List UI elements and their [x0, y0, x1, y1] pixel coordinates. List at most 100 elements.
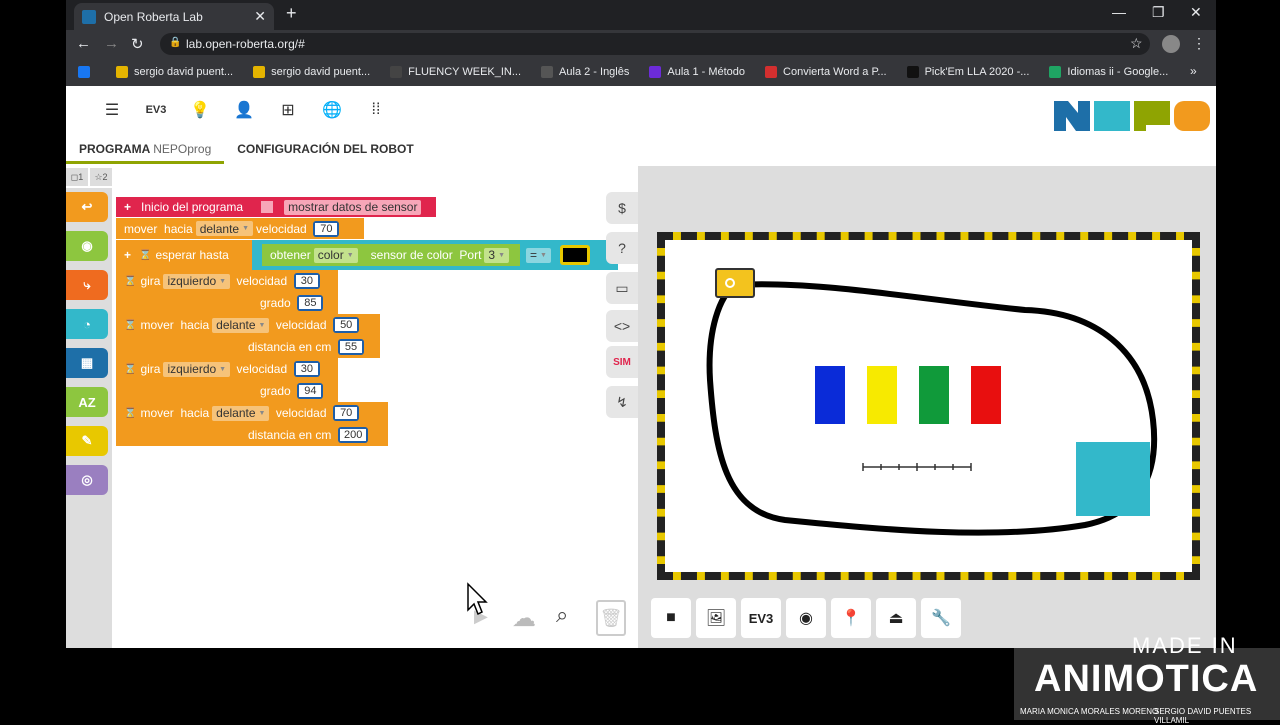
- mode-dropdown[interactable]: color ▼: [313, 247, 358, 263]
- robot-ev3-icon[interactable]: EV3: [134, 98, 178, 122]
- move-block-3[interactable]: ⌛ mover hacia delante ▼ velocidad 70 dist…: [116, 402, 388, 446]
- more-bookmarks-icon[interactable]: »: [1190, 64, 1197, 78]
- background-image-button[interactable]: 🖼: [696, 598, 736, 638]
- sim-button[interactable]: SIM: [606, 346, 638, 378]
- profile-avatar[interactable]: [1162, 35, 1180, 53]
- move-block-1[interactable]: mover hacia delante ▼ velocidad 70: [116, 218, 364, 239]
- help-icon[interactable]: ?: [606, 232, 638, 264]
- logic-category-icon[interactable]: ◔: [66, 309, 108, 339]
- turn-direction-value: izquierdo: [167, 362, 217, 376]
- wait-until-block[interactable]: + ⌛ esperar hasta: [116, 240, 252, 270]
- cloud-upload-icon[interactable]: ☁: [512, 604, 536, 633]
- forward-button[interactable]: →: [104, 35, 119, 52]
- bookmark-item[interactable]: sergio david puent...: [116, 66, 233, 78]
- close-window-button[interactable]: ✕: [1190, 4, 1202, 21]
- direction-dropdown[interactable]: delante ▼: [195, 221, 254, 236]
- code-sync-icon[interactable]: $: [606, 192, 638, 224]
- new-tab-button[interactable]: +: [286, 3, 297, 24]
- speed-input[interactable]: 30: [293, 361, 320, 377]
- color-value-block[interactable]: [559, 245, 590, 265]
- bookmark-item[interactable]: FLUENCY WEEK_IN...: [390, 66, 521, 78]
- browser-menu-icon[interactable]: ⋮: [1192, 35, 1206, 52]
- marker-button[interactable]: 📍: [831, 598, 871, 638]
- operator-dropdown[interactable]: = ▼: [526, 247, 551, 263]
- info-icon[interactable]: ▭: [606, 272, 638, 304]
- start-plus-icon[interactable]: +: [124, 200, 131, 214]
- wait-plus-icon[interactable]: +: [124, 248, 131, 262]
- robot-view-button[interactable]: EV3: [741, 598, 781, 638]
- degree-input[interactable]: 85: [297, 295, 324, 311]
- bookmark-star-icon[interactable]: ☆: [1130, 35, 1143, 52]
- control-category-icon[interactable]: ⤷: [66, 270, 108, 300]
- move-block-2[interactable]: ⌛ mover hacia delante ▼ velocidad 50 dist…: [116, 314, 380, 358]
- maximize-button[interactable]: ❐: [1152, 4, 1165, 21]
- trash-icon[interactable]: 🗑: [596, 600, 626, 636]
- program-list-icon[interactable]: ☰: [90, 98, 134, 122]
- tab-program[interactable]: PROGRAMA NEPOprog: [66, 136, 225, 164]
- math-category-icon[interactable]: ▦: [66, 348, 108, 378]
- speed-input[interactable]: 70: [313, 220, 340, 237]
- turn-direction-dropdown[interactable]: izquierdo ▼: [163, 361, 231, 377]
- action-category-icon[interactable]: ↩: [66, 192, 108, 222]
- apps-grid-icon[interactable]: ⁞⁞: [354, 98, 398, 122]
- get-sensor-block[interactable]: obtener color ▼ sensor de color Port 3 ▼: [262, 244, 521, 266]
- bookmark-item[interactable]: Idiomas ii - Google...: [1049, 66, 1168, 78]
- program-name: NEPOprog: [153, 142, 212, 156]
- lightbulb-icon[interactable]: 💡: [178, 98, 222, 122]
- color-target-block[interactable]: [971, 366, 1001, 424]
- browser-tab[interactable]: Open Roberta Lab ✕: [74, 3, 274, 30]
- direction-dropdown[interactable]: delante ▼: [212, 405, 270, 421]
- distance-input[interactable]: 200: [338, 427, 369, 443]
- sim-debug-icon[interactable]: ↯: [606, 386, 638, 418]
- color-category-icon[interactable]: ✎: [66, 426, 108, 456]
- speed-input[interactable]: 70: [333, 405, 360, 421]
- bookmark-item[interactable]: [78, 66, 96, 78]
- color-target-block[interactable]: [867, 366, 897, 424]
- direction-dropdown[interactable]: delante ▼: [212, 317, 270, 333]
- reload-button[interactable]: ↻: [131, 35, 144, 53]
- stop-sim-button[interactable]: ■: [651, 598, 691, 638]
- dropdown-arrow-icon: ▼: [219, 277, 227, 285]
- color-target-block[interactable]: [919, 366, 949, 424]
- bookmark-item[interactable]: sergio david puent...: [253, 66, 370, 78]
- bookmark-item[interactable]: Convierta Word a P...: [765, 66, 887, 78]
- tab-close-icon[interactable]: ✕: [254, 8, 266, 25]
- level-2-tab[interactable]: ☆2: [90, 168, 112, 186]
- import-button[interactable]: ⏏: [876, 598, 916, 638]
- bookmark-item[interactable]: Pick'Em LLA 2020 -...: [906, 66, 1029, 78]
- speed-input[interactable]: 30: [293, 273, 320, 289]
- minimize-button[interactable]: —: [1112, 4, 1126, 20]
- turn-block-1[interactable]: ⌛ gira izquierdo ▼ velocidad 30 grado 85: [116, 270, 338, 314]
- participant-name-left: MARIA MONICA MORALES MORENO: [1020, 707, 1159, 716]
- distance-input[interactable]: 55: [338, 339, 365, 355]
- sensor-category-icon[interactable]: ◉: [66, 231, 108, 261]
- port-dropdown[interactable]: 3 ▼: [484, 247, 510, 263]
- turn-block-2[interactable]: ⌛ gira izquierdo ▼ velocidad 30 grado 94: [116, 358, 338, 402]
- bookmark-label: Convierta Word a P...: [783, 66, 887, 78]
- cyan-square[interactable]: [1076, 442, 1150, 516]
- compare-block[interactable]: obtener color ▼ sensor de color Port 3 ▼ =…: [252, 240, 618, 270]
- bookmark-item[interactable]: Aula 1 - Método: [649, 66, 745, 78]
- sim-robot[interactable]: [715, 268, 755, 298]
- back-button[interactable]: ←: [76, 35, 91, 52]
- zoom-reset-icon[interactable]: ⌕: [556, 602, 568, 628]
- source-code-icon[interactable]: <>: [606, 310, 638, 342]
- sensor-checkbox[interactable]: [261, 201, 274, 213]
- user-icon[interactable]: 👤: [222, 98, 266, 122]
- color-target-block[interactable]: [815, 366, 845, 424]
- variables-category-icon[interactable]: ◎: [66, 465, 108, 495]
- turn-direction-dropdown[interactable]: izquierdo ▼: [163, 273, 231, 289]
- start-block[interactable]: + Inicio del programa mostrar datos de s…: [116, 197, 436, 217]
- text-category-icon[interactable]: AZ: [66, 387, 108, 417]
- degree-input[interactable]: 94: [297, 383, 324, 399]
- settings-button[interactable]: 🔧: [921, 598, 961, 638]
- tab-robot-config[interactable]: CONFIGURACIÓN DEL ROBOT: [224, 136, 426, 164]
- bookmark-item[interactable]: Aula 2 - Inglês: [541, 66, 629, 78]
- speed-input[interactable]: 50: [333, 317, 360, 333]
- distance-label: distancia en cm: [248, 428, 332, 442]
- address-bar[interactable]: 🔒 lab.open-roberta.org/#: [160, 33, 1150, 55]
- gallery-icon[interactable]: ⊞: [266, 98, 310, 122]
- language-globe-icon[interactable]: 🌐: [310, 98, 354, 122]
- sensor-view-button[interactable]: ◉: [786, 598, 826, 638]
- level-1-tab[interactable]: ◻1: [66, 168, 88, 186]
